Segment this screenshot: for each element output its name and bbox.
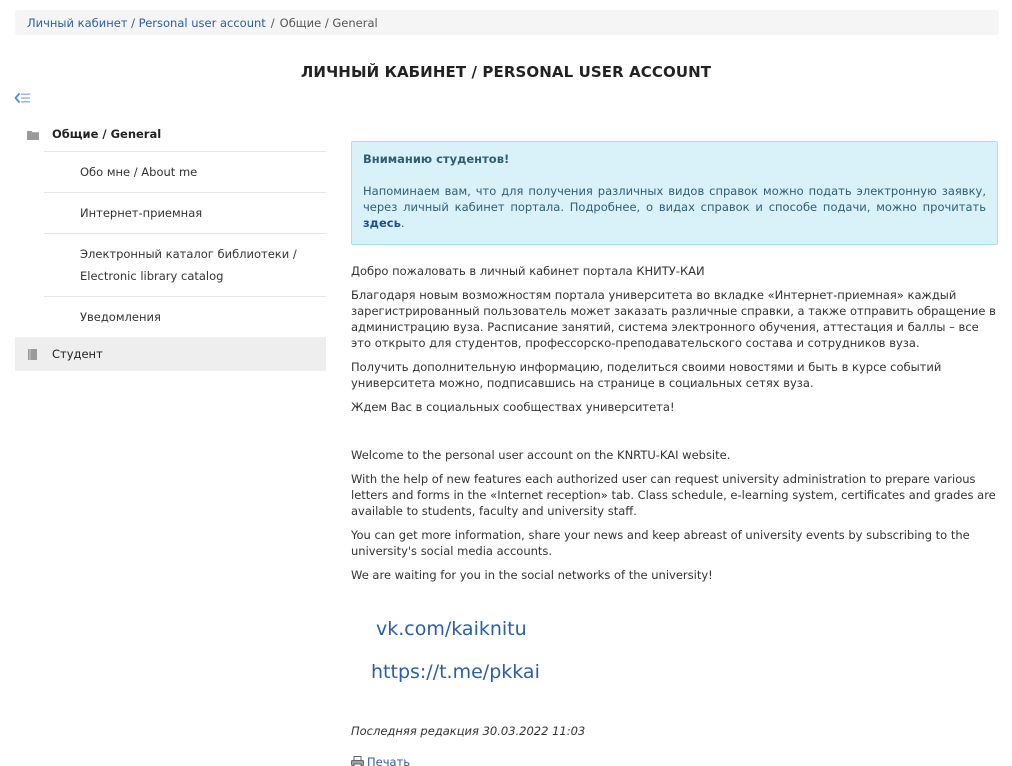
breadcrumb-current: Общие / General <box>279 15 378 30</box>
notice-title: Вниманию студентов! <box>363 152 510 166</box>
sidebar-item-library-catalog[interactable]: Электронный каталог библиотеки / Electro… <box>44 233 326 296</box>
book-icon <box>27 349 39 360</box>
print-label: Печать <box>367 755 411 766</box>
print-button[interactable]: Печать <box>351 755 998 766</box>
notice-link-here[interactable]: здесь <box>363 216 401 230</box>
welcome-ru: Добро пожаловать в личный кабинет портал… <box>351 264 705 278</box>
sidebar-group-label: Студент <box>52 347 103 361</box>
sidebar-group-student[interactable]: Студент <box>15 337 326 371</box>
last-edit-date: Последняя редакция 30.03.2022 11:03 <box>351 724 586 738</box>
breadcrumb-link-personal-account[interactable]: Личный кабинет / Personal user account <box>27 16 266 30</box>
telegram-link[interactable]: https://t.me/pkkai <box>371 661 540 683</box>
folder-icon <box>27 129 39 140</box>
printer-icon <box>351 755 364 766</box>
paragraph-ru: Благодаря новым возможностям портала уни… <box>351 288 996 350</box>
page-title: ЛИЧНЫЙ КАБИНЕТ / PERSONAL USER ACCOUNT <box>300 63 712 81</box>
notice-text: Напоминаем вам, что для получения различ… <box>363 183 986 231</box>
paragraph-en: With the help of new features each autho… <box>351 472 996 518</box>
breadcrumb-separator: / <box>270 15 275 30</box>
sidebar-item-about-me[interactable]: Обо мне / About me <box>44 151 326 192</box>
sidebar-item-notifications[interactable]: Уведомления <box>44 296 326 337</box>
notice-body: Напоминаем вам, что для получения различ… <box>363 184 986 214</box>
sidebar: Общие / General Обо мне / About me Интер… <box>15 117 326 371</box>
notice-end: . <box>400 216 405 230</box>
collapse-sidebar-icon[interactable] <box>14 90 32 106</box>
breadcrumb: Личный кабинет / Personal user account /… <box>15 10 999 35</box>
sidebar-group-general[interactable]: Общие / General <box>15 117 326 151</box>
welcome-en: Welcome to the personal user account on … <box>351 448 731 462</box>
main-content: Вниманию студентов! Напоминаем вам, что … <box>351 141 998 766</box>
sidebar-item-internet-reception[interactable]: Интернет-приемная <box>44 192 326 233</box>
sidebar-group-label: Общие / General <box>52 127 162 141</box>
vk-link[interactable]: vk.com/kaiknitu <box>376 618 527 640</box>
paragraph-ru: Ждем Вас в социальных сообществах универ… <box>351 400 675 414</box>
paragraph-en: You can get more information, share your… <box>351 528 970 558</box>
paragraph-ru: Получить дополнительную информацию, поде… <box>351 360 942 390</box>
student-notice: Вниманию студентов! Напоминаем вам, что … <box>351 141 998 245</box>
paragraph-en: We are waiting for you in the social net… <box>351 568 713 582</box>
